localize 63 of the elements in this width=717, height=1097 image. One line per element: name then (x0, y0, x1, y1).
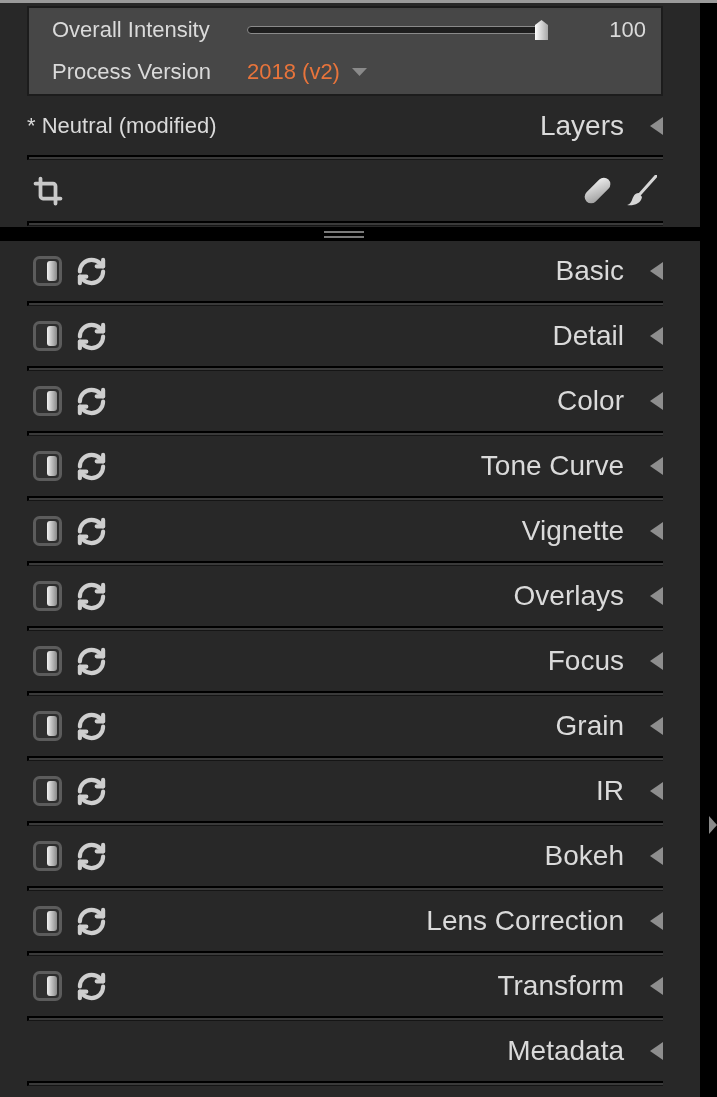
slider-value: 100 (609, 19, 646, 41)
refresh-icon[interactable] (76, 840, 107, 872)
disclosure-triangle-icon[interactable] (649, 847, 663, 865)
slider-thumb[interactable] (535, 20, 548, 40)
split-toggle-icon[interactable] (33, 971, 62, 1001)
disclosure-triangle-icon[interactable] (649, 652, 663, 670)
resize-handle[interactable] (324, 230, 364, 238)
refresh-icon[interactable] (76, 645, 107, 677)
split-toggle-icon[interactable] (33, 581, 62, 611)
disclosure-triangle-icon[interactable] (649, 327, 663, 345)
disclosure-triangle-icon[interactable] (649, 587, 663, 605)
split-toggle-icon[interactable] (33, 906, 62, 936)
disclosure-triangle-icon[interactable] (649, 116, 663, 135)
panel-title[interactable]: Detail (552, 322, 624, 350)
panel-title[interactable]: Vignette (521, 517, 624, 545)
panel-title[interactable]: Metadata (507, 1037, 624, 1065)
paintbrush-icon[interactable] (627, 175, 657, 206)
panel-title[interactable]: Grain (555, 712, 624, 740)
refresh-icon[interactable] (76, 320, 107, 352)
panel-title[interactable]: Bokeh (544, 842, 624, 870)
dropdown-caret-icon (351, 68, 367, 76)
crop-icon[interactable] (33, 175, 63, 206)
disclosure-triangle-icon[interactable] (649, 522, 663, 540)
disclosure-triangle-icon[interactable] (649, 457, 663, 475)
layers-title[interactable]: Layers (539, 111, 624, 140)
refresh-icon[interactable] (76, 450, 107, 482)
panel-title[interactable]: IR (596, 777, 624, 805)
panel-title[interactable]: Basic (555, 257, 624, 285)
split-toggle-icon[interactable] (33, 386, 62, 416)
refresh-icon[interactable] (76, 905, 107, 937)
disclosure-triangle-icon[interactable] (649, 782, 663, 800)
panel-title[interactable]: Color (557, 387, 624, 415)
disclosure-triangle-icon[interactable] (649, 392, 663, 410)
slider-track[interactable] (247, 20, 548, 40)
disclosure-triangle-icon[interactable] (649, 977, 663, 995)
split-toggle-icon[interactable] (33, 841, 62, 871)
split-toggle-icon[interactable] (33, 646, 62, 676)
refresh-icon[interactable] (76, 385, 107, 417)
refresh-icon[interactable] (76, 970, 107, 1002)
split-toggle-icon[interactable] (33, 256, 62, 286)
refresh-icon[interactable] (76, 515, 107, 547)
split-toggle-icon[interactable] (33, 711, 62, 741)
slider-label: Overall Intensity (52, 19, 211, 41)
split-toggle-icon[interactable] (33, 451, 62, 481)
expand-arrow-icon[interactable] (709, 816, 717, 834)
panel-title[interactable]: Tone Curve (480, 452, 624, 480)
panel-title[interactable]: Overlays (513, 582, 624, 610)
refresh-icon[interactable] (76, 580, 107, 612)
disclosure-triangle-icon[interactable] (649, 717, 663, 735)
disclosure-triangle-icon[interactable] (649, 912, 663, 930)
disclosure-triangle-icon[interactable] (649, 1042, 663, 1060)
refresh-icon[interactable] (76, 255, 107, 287)
panel-title[interactable]: Lens Correction (426, 907, 624, 935)
split-toggle-icon[interactable] (33, 321, 62, 351)
split-toggle-icon[interactable] (33, 776, 62, 806)
refresh-icon[interactable] (76, 710, 107, 742)
panel-title[interactable]: Transform (497, 972, 624, 1000)
refresh-icon[interactable] (76, 775, 107, 807)
split-toggle-icon[interactable] (33, 516, 62, 546)
panel-title[interactable]: Focus (547, 647, 624, 675)
process-version-label: Process Version (52, 61, 212, 83)
disclosure-triangle-icon[interactable] (649, 262, 663, 280)
preset-name: * Neutral (modified) (27, 114, 217, 137)
